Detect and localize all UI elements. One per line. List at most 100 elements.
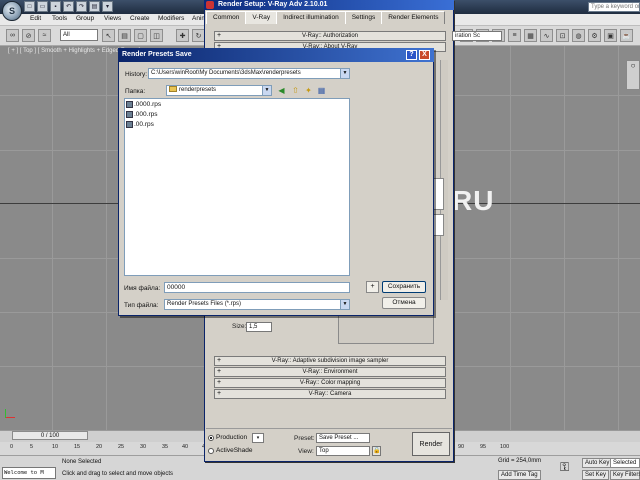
production-dropdown[interactable]: ▾: [252, 433, 264, 443]
cancel-button[interactable]: Отмена: [382, 297, 426, 309]
project-folder-icon[interactable]: ▤: [89, 1, 100, 12]
tab-vray[interactable]: V-Ray: [245, 11, 278, 24]
view-select[interactable]: Top: [316, 446, 370, 456]
filetype-select[interactable]: Render Presets Files (*.rps) ▼: [164, 299, 350, 310]
tab-indirect-illumination[interactable]: Indirect illumination: [276, 11, 346, 24]
folder-select[interactable]: renderpresets ▼: [166, 85, 272, 96]
dropdown-arrow-icon[interactable]: ▾: [102, 1, 113, 12]
tab-render-elements[interactable]: Render Elements: [381, 11, 446, 24]
select-and-move-icon[interactable]: ✚: [176, 29, 189, 42]
grid-line: [52, 46, 53, 430]
view-label: View:: [298, 448, 314, 455]
select-object-icon[interactable]: ↖: [102, 29, 115, 42]
link-icon[interactable]: ∞: [6, 29, 19, 42]
render-setup-side-field[interactable]: iration Sc: [452, 31, 502, 41]
list-item[interactable]: .000.rps: [126, 111, 158, 118]
rollout-camera[interactable]: + V-Ray:: Camera: [214, 389, 446, 399]
chevron-down-icon[interactable]: ▼: [340, 300, 349, 309]
axis-tripod-y-icon: [5, 409, 6, 418]
maxscript-listener-input[interactable]: Welcome to M: [2, 467, 56, 479]
selected-select[interactable]: Selected: [610, 458, 640, 468]
rps-file-icon: [126, 121, 133, 128]
help-button[interactable]: ?: [406, 50, 417, 60]
rendered-frame-icon[interactable]: ▣: [604, 29, 617, 42]
size-spinner[interactable]: 1,5: [246, 322, 272, 332]
preset-select[interactable]: Save Preset ...: [316, 433, 370, 443]
menu-edit[interactable]: Edit: [30, 15, 41, 22]
render-production-icon[interactable]: ☕: [620, 29, 633, 42]
bind-spacewarp-icon[interactable]: ≈: [38, 29, 51, 42]
tab-settings[interactable]: Settings: [344, 11, 383, 24]
render-button[interactable]: Render: [412, 432, 450, 456]
menu-tools[interactable]: Tools: [52, 15, 67, 22]
app-logo-button[interactable]: S: [2, 1, 22, 21]
lock-view-icon[interactable]: 🔒: [372, 446, 381, 456]
tab-common[interactable]: Common: [206, 11, 247, 24]
schematic-view-icon[interactable]: ⊡: [556, 29, 569, 42]
select-by-name-icon[interactable]: ▤: [118, 29, 131, 42]
close-button[interactable]: X: [419, 50, 430, 60]
selection-filter-select[interactable]: All: [60, 29, 98, 41]
quick-access-toolbar: □ ▭ ▪ ↶ ↷ ▤ ▾: [24, 1, 113, 13]
track-tick-label: 100: [500, 444, 510, 450]
history-select[interactable]: C:\Users\winRoot\My Documents\3dsMax\ren…: [148, 68, 350, 79]
menu-create[interactable]: Create: [130, 15, 150, 22]
material-editor-icon[interactable]: ◍: [572, 29, 585, 42]
set-key-button[interactable]: Set Key: [582, 470, 610, 480]
file-name: .0000.rps: [134, 101, 162, 108]
rollout-title: V-Ray:: Authorization: [301, 33, 359, 39]
rollout-adaptive-sampler[interactable]: + V-Ray:: Adaptive subdivision image samp…: [214, 356, 446, 366]
graphite-icon[interactable]: ▦: [524, 29, 537, 42]
track-tick-label: 0: [10, 444, 14, 450]
chevron-down-icon[interactable]: ▼: [340, 69, 349, 78]
list-item[interactable]: .0000.rps: [126, 101, 161, 108]
view-menu-icon[interactable]: ▦: [316, 86, 327, 96]
activeshade-radio[interactable]: ActiveShade: [208, 447, 253, 454]
prompt-line-text: Click and drag to select and move object…: [62, 471, 174, 477]
filename-label: Имя файла:: [124, 285, 161, 292]
new-folder-icon[interactable]: ✦: [303, 86, 314, 96]
undo-icon[interactable]: ↶: [63, 1, 74, 12]
menu-views[interactable]: Views: [104, 15, 121, 22]
unlink-icon[interactable]: ⊘: [22, 29, 35, 42]
curve-editor-icon[interactable]: ∿: [540, 29, 553, 42]
search-input[interactable]: Type a keyword or phrase: [588, 2, 640, 12]
render-setup-icon[interactable]: ⚙: [588, 29, 601, 42]
redo-icon[interactable]: ↷: [76, 1, 87, 12]
layer-manager-icon[interactable]: ≡: [508, 29, 521, 42]
file-name: .000.rps: [134, 111, 158, 118]
increment-button[interactable]: +: [366, 281, 379, 293]
filename-input[interactable]: 00000: [164, 282, 350, 293]
rollout-title: V-Ray:: Environment: [302, 369, 358, 375]
menu-modifiers[interactable]: Modifiers: [158, 15, 184, 22]
rollout-color-mapping[interactable]: + V-Ray:: Color mapping: [214, 378, 446, 388]
production-radio[interactable]: Production: [208, 434, 247, 441]
history-value: C:\Users\winRoot\My Documents\3dsMax\ren…: [151, 70, 301, 76]
add-time-tag-button[interactable]: Add Time Tag: [498, 470, 541, 480]
save-file-icon[interactable]: ▪: [50, 1, 61, 12]
grid-size-text: Grid = 254,0mm: [498, 458, 542, 464]
chevron-down-icon[interactable]: ▼: [262, 86, 271, 95]
track-tick-label: 5: [30, 444, 34, 450]
new-file-icon[interactable]: □: [24, 1, 35, 12]
save-button[interactable]: Сохранить: [382, 281, 426, 293]
file-list[interactable]: [124, 98, 350, 276]
up-folder-icon[interactable]: ⇧: [290, 86, 301, 96]
back-icon[interactable]: ◀: [276, 86, 287, 96]
menu-group[interactable]: Group: [76, 15, 94, 22]
key-icon[interactable]: ⚿: [560, 460, 569, 475]
grid-line: [564, 46, 565, 430]
open-file-icon[interactable]: ▭: [37, 1, 48, 12]
rollout-authorization[interactable]: + V-Ray:: Authorization: [214, 31, 446, 41]
time-slider[interactable]: 0 / 100: [12, 431, 88, 440]
rps-file-icon: [126, 101, 133, 108]
render-setup-tabs: Common V-Ray Indirect illumination Setti…: [206, 11, 446, 25]
command-panel-toggle[interactable]: ○: [626, 60, 640, 90]
auto-key-button[interactable]: Auto Key: [582, 458, 613, 468]
grid-line: [106, 46, 107, 430]
list-item[interactable]: .00.rps: [126, 121, 154, 128]
window-crossing-icon[interactable]: ◫: [150, 29, 163, 42]
key-filters-button[interactable]: Key Filters...: [610, 470, 640, 480]
selection-region-icon[interactable]: ▢: [134, 29, 147, 42]
rollout-environment[interactable]: + V-Ray:: Environment: [214, 367, 446, 377]
